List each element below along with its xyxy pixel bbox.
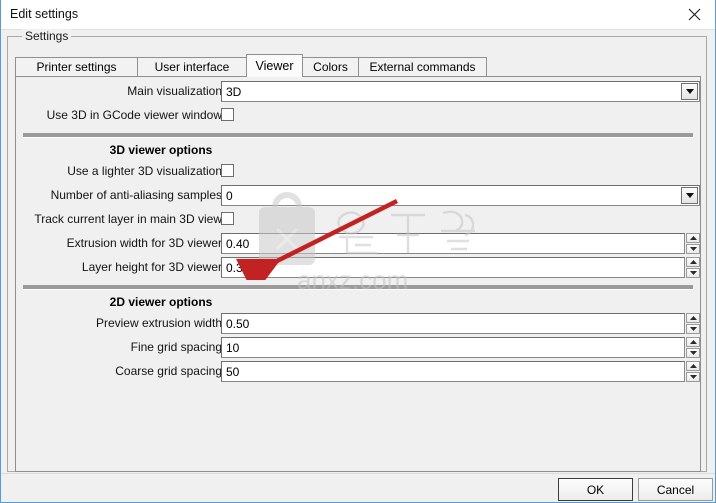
spinner-up-icon[interactable] <box>686 337 700 347</box>
spinner-extrusion-width-for-3d-viewer <box>686 233 700 254</box>
title-bar: Edit settings <box>1 0 715 30</box>
settings-row-fine-grid-spacing: Fine grid spacing <box>16 337 700 359</box>
spinner-up-icon[interactable] <box>686 257 700 267</box>
combo-input-number-of-anti-aliasing-samples[interactable] <box>221 185 700 206</box>
settings-row-preview-extrusion-width: Preview extrusion width <box>16 313 700 335</box>
tab-label: User interface <box>154 60 230 74</box>
edit-settings-dialog: Edit settings Settings Printer settings U… <box>0 0 716 503</box>
row-field <box>221 233 700 254</box>
section-separator <box>23 133 693 138</box>
row-label: Layer height for 3D viewer <box>81 260 222 274</box>
settings-groupbox: Settings Printer settings User interface V… <box>7 29 707 472</box>
settings-row-extrusion-width-for-3d-viewer: Extrusion width for 3D viewer <box>16 233 700 255</box>
spinner-down-icon[interactable] <box>686 324 700 334</box>
spinner-up-icon[interactable] <box>686 233 700 243</box>
spinner-fine-grid-spacing <box>686 337 700 358</box>
close-button[interactable] <box>671 0 715 29</box>
section-separator <box>23 285 693 290</box>
spinner-down-icon[interactable] <box>686 268 700 278</box>
tab-label: External commands <box>369 60 476 74</box>
row-field <box>221 313 700 334</box>
tab-strip: Printer settings User interface Viewer Colo… <box>15 54 701 77</box>
row-label: Use 3D in GCode viewer window <box>46 108 222 122</box>
checkbox-use-3d-in-gcode-viewer-window[interactable] <box>221 108 234 121</box>
tab-colors[interactable]: Colors <box>302 57 359 76</box>
spinner-down-icon[interactable] <box>686 348 700 358</box>
row-label: Fine grid spacing <box>130 340 222 354</box>
settings-row-track-current-layer-in-main-3d-view: Track current layer in main 3D view <box>16 209 700 231</box>
viewer-tab-page: Main visualization Use 3D in GCode viewer… <box>15 76 701 472</box>
ok-button[interactable]: OK <box>558 478 633 501</box>
row-label: Preview extrusion width <box>95 316 222 330</box>
tab-label: Colors <box>313 60 348 74</box>
row-label: Track current layer in main 3D view <box>34 212 222 226</box>
spinner-preview-extrusion-width <box>686 313 700 334</box>
section-header-2d-viewer-options: 2D viewer options <box>109 295 213 309</box>
checkbox-use-a-lighter-3d-visualization[interactable] <box>221 164 234 177</box>
tab-printer-settings[interactable]: Printer settings <box>15 57 138 76</box>
row-field <box>221 209 700 230</box>
row-label: Use a lighter 3D visualization <box>67 164 222 178</box>
row-field <box>221 105 700 126</box>
spinner-coarse-grid-spacing <box>686 361 700 382</box>
row-field <box>221 161 700 182</box>
row-field <box>221 361 700 382</box>
dialog-button-bar: OK Cancel <box>1 473 715 502</box>
tab-external-commands[interactable]: External commands <box>358 57 487 76</box>
settings-row-use-3d-in-gcode-viewer-window: Use 3D in GCode viewer window <box>16 105 700 127</box>
settings-row-number-of-anti-aliasing-samples: Number of anti-aliasing samples <box>16 185 700 207</box>
row-label: Coarse grid spacing <box>115 364 222 378</box>
row-label: Extrusion width for 3D viewer <box>66 236 222 250</box>
settings-row-layer-height-for-3d-viewer: Layer height for 3D viewer <box>16 257 700 279</box>
tab-user-interface[interactable]: User interface <box>137 57 247 76</box>
spin-input-fine-grid-spacing[interactable] <box>221 337 685 358</box>
settings-row-coarse-grid-spacing: Coarse grid spacing <box>16 361 700 383</box>
tab-viewer[interactable]: Viewer <box>246 54 303 77</box>
settings-groupbox-label: Settings <box>22 29 72 43</box>
section-header-3d-viewer-options: 3D viewer options <box>109 143 213 157</box>
chevron-down-icon[interactable] <box>681 83 698 100</box>
settings-row-main-visualization: Main visualization <box>16 81 700 103</box>
cancel-button[interactable]: Cancel <box>638 478 713 501</box>
dialog-client-area: Settings Printer settings User interface V… <box>1 29 715 502</box>
row-field <box>221 81 700 102</box>
spinner-up-icon[interactable] <box>686 313 700 323</box>
spinner-up-icon[interactable] <box>686 361 700 371</box>
spin-input-extrusion-width-for-3d-viewer[interactable] <box>221 233 685 254</box>
row-field <box>221 257 700 278</box>
spinner-down-icon[interactable] <box>686 244 700 254</box>
tab-label: Viewer <box>255 59 294 73</box>
row-field <box>221 337 700 358</box>
spinner-layer-height-for-3d-viewer <box>686 257 700 278</box>
checkbox-track-current-layer-in-main-3d-view[interactable] <box>221 212 234 225</box>
spinner-down-icon[interactable] <box>686 372 700 382</box>
window-title: Edit settings <box>10 7 79 21</box>
spin-input-preview-extrusion-width[interactable] <box>221 313 685 334</box>
combo-input-main-visualization[interactable] <box>221 81 700 102</box>
tab-label: Printer settings <box>36 60 117 74</box>
settings-row-use-a-lighter-3d-visualization: Use a lighter 3D visualization <box>16 161 700 183</box>
row-field <box>221 185 700 206</box>
row-label: Main visualization <box>127 84 222 98</box>
spin-input-layer-height-for-3d-viewer[interactable] <box>221 257 685 278</box>
spin-input-coarse-grid-spacing[interactable] <box>221 361 685 382</box>
row-label: Number of anti-aliasing samples <box>50 188 222 202</box>
close-icon <box>688 8 700 21</box>
chevron-down-icon[interactable] <box>681 187 698 204</box>
